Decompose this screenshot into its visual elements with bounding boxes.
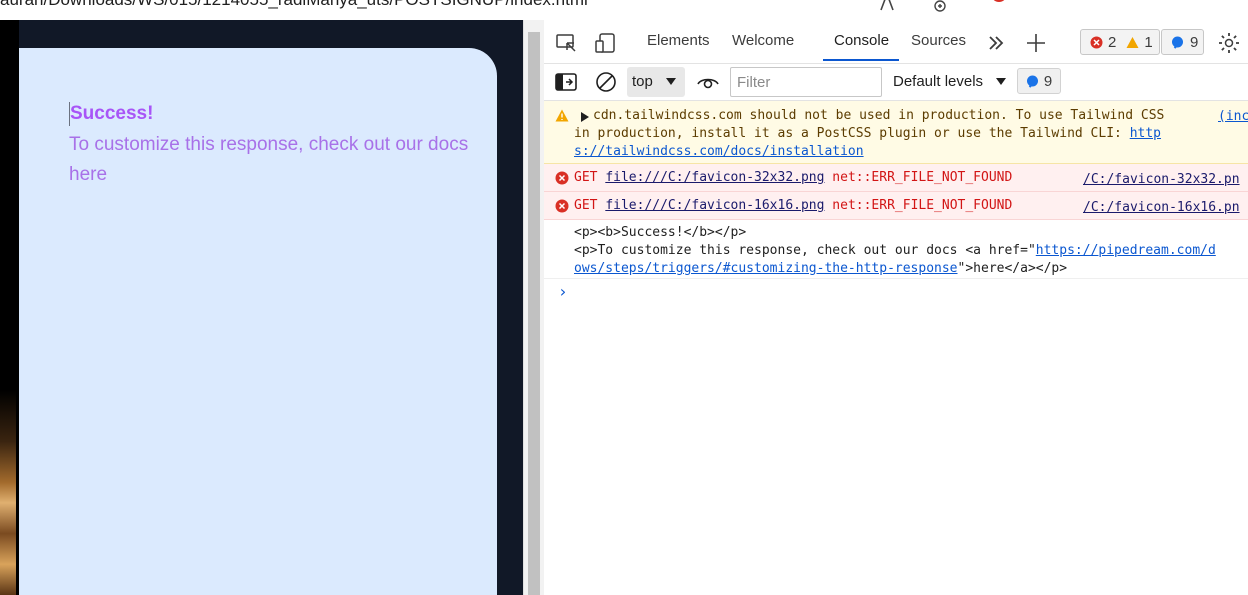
log-line-3: ows/steps/triggers/#customizing-the-http… (574, 260, 1067, 278)
console-warning-message[interactable]: cdn.tailwindcss.com should not be used i… (544, 101, 1248, 164)
profile-icon[interactable] (1214, 0, 1236, 12)
console-filter-input[interactable] (730, 67, 882, 97)
response-message[interactable]: To customize this response, check out ou… (69, 130, 469, 190)
active-tab-indicator (823, 59, 899, 61)
issues-badge[interactable]: 2 1 (1080, 29, 1160, 55)
extension-red-icon[interactable] (988, 0, 1010, 12)
error-icon (1090, 36, 1103, 49)
error-url-link[interactable]: file:///C:/favicon-16x16.png (605, 198, 824, 213)
tab-elements[interactable]: Elements (647, 32, 710, 49)
devtools-tabbar: Elements Welcome Console Sources 2 1 9 (544, 20, 1248, 64)
log-levels-dropdown[interactable]: Default levels (893, 73, 1007, 90)
log-line-2-text: <p>To customize this response, check out… (574, 243, 1036, 258)
address-url[interactable]: aurah/Downloads/WS/015/1214055_radiMahya… (0, 0, 588, 10)
warning-line-2-text: in production, install it as a PostCSS p… (574, 126, 1130, 141)
tab-sources[interactable]: Sources (911, 32, 966, 49)
message-icon (1171, 36, 1184, 49)
device-emulation-icon[interactable] (594, 31, 618, 55)
console-messages-count[interactable]: 9 (1017, 68, 1061, 94)
error-icon (555, 171, 569, 189)
add-favorite-icon[interactable] (926, 0, 948, 12)
error-url-link[interactable]: file:///C:/favicon-32x32.png (605, 170, 824, 185)
warning-line-1: cdn.tailwindcss.com should not be used i… (593, 108, 1165, 123)
read-aloud-icon[interactable] (876, 0, 898, 12)
error-method: GET (574, 198, 598, 213)
success-heading: Success! (69, 102, 469, 126)
inspect-element-icon[interactable] (554, 31, 578, 55)
background-photo-detail (0, 390, 16, 595)
messages-badge[interactable]: 9 (1161, 29, 1204, 55)
error-status: net::ERR_FILE_NOT_FOUND (832, 170, 1013, 185)
console-error-message[interactable]: GET file:///C:/favicon-16x16.png net::ER… (544, 192, 1248, 220)
console-log-message[interactable]: <p><b>Success!</b></p> <p>To customize t… (544, 221, 1248, 279)
tailwind-docs-link-cont[interactable]: s://tailwindcss.com/docs/installation (574, 143, 864, 161)
console-sidebar-icon[interactable] (554, 70, 578, 94)
message-icon (1026, 75, 1038, 88)
tab-console[interactable]: Console (834, 32, 889, 49)
favorites-icon[interactable] (1106, 0, 1128, 12)
add-tab-icon[interactable] (1024, 31, 1048, 55)
log-line-1: <p><b>Success!</b></p> (574, 225, 747, 240)
log-line-3-text: ">here</a></p> (957, 261, 1068, 276)
response-card: Success! To customize this response, che… (19, 48, 497, 595)
live-expression-eye-icon[interactable] (696, 70, 720, 94)
error-status: net::ERR_FILE_NOT_FOUND (832, 198, 1013, 213)
message-count: 9 (1190, 33, 1199, 51)
error-line: GET file:///C:/favicon-16x16.png net::ER… (574, 197, 1012, 215)
log-levels-label: Default levels (893, 73, 984, 90)
page-viewport: Success! To customize this response, che… (0, 20, 523, 595)
error-line: GET file:///C:/favicon-32x32.png net::ER… (574, 169, 1012, 187)
context-selector[interactable]: top (627, 67, 685, 97)
background-photo (0, 20, 19, 595)
pipedream-docs-link-cont[interactable]: ows/steps/triggers/#customizing-the-http… (574, 261, 958, 276)
devtools-panel: Elements Welcome Console Sources 2 1 9 t… (544, 20, 1248, 595)
tab-welcome[interactable]: Welcome (732, 32, 794, 49)
error-source-link[interactable]: /C:/favicon-32x32.pn (1083, 171, 1240, 189)
console-prompt-chevron-icon[interactable]: › (558, 282, 568, 301)
log-line-2: <p>To customize this response, check out… (574, 242, 1216, 260)
settings-gear-icon[interactable] (1217, 31, 1241, 55)
console-output: cdn.tailwindcss.com should not be used i… (544, 101, 1248, 595)
context-value: top (632, 73, 653, 90)
page-scrollbar[interactable] (523, 20, 544, 595)
screen: aurah/Downloads/WS/015/1214055_radiMahya… (0, 0, 1248, 595)
console-error-message[interactable]: GET file:///C:/favicon-32x32.png net::ER… (544, 164, 1248, 192)
response-content: Success! To customize this response, che… (69, 102, 469, 190)
page-scrollbar-thumb[interactable] (528, 32, 540, 595)
collections-icon[interactable] (1162, 0, 1184, 12)
chevron-down-icon (996, 78, 1007, 85)
warning-icon (1126, 36, 1139, 49)
expand-triangle-icon[interactable] (580, 111, 589, 126)
tailwind-docs-link[interactable]: http (1130, 126, 1161, 141)
pipedream-docs-link[interactable]: https://pipedream.com/d (1036, 243, 1216, 258)
warning-source-link[interactable]: (inc (1218, 108, 1248, 126)
console-toolbar: top Default levels 9 (544, 64, 1248, 101)
warning-line-2: in production, install it as a PostCSS p… (574, 125, 1161, 143)
warning-icon (555, 109, 569, 126)
warning-count: 1 (1144, 33, 1153, 51)
extensions-icon[interactable] (1044, 0, 1066, 12)
error-count: 2 (1108, 33, 1117, 51)
error-source-link[interactable]: /C:/favicon-16x16.pn (1083, 199, 1240, 217)
more-tabs-icon[interactable] (984, 31, 1008, 55)
error-method: GET (574, 170, 598, 185)
error-icon (555, 199, 569, 217)
clear-console-icon[interactable] (594, 70, 618, 94)
address-bar[interactable]: aurah/Downloads/WS/015/1214055_radiMahya… (0, 0, 1248, 20)
console-messages-count-value: 9 (1043, 72, 1053, 90)
